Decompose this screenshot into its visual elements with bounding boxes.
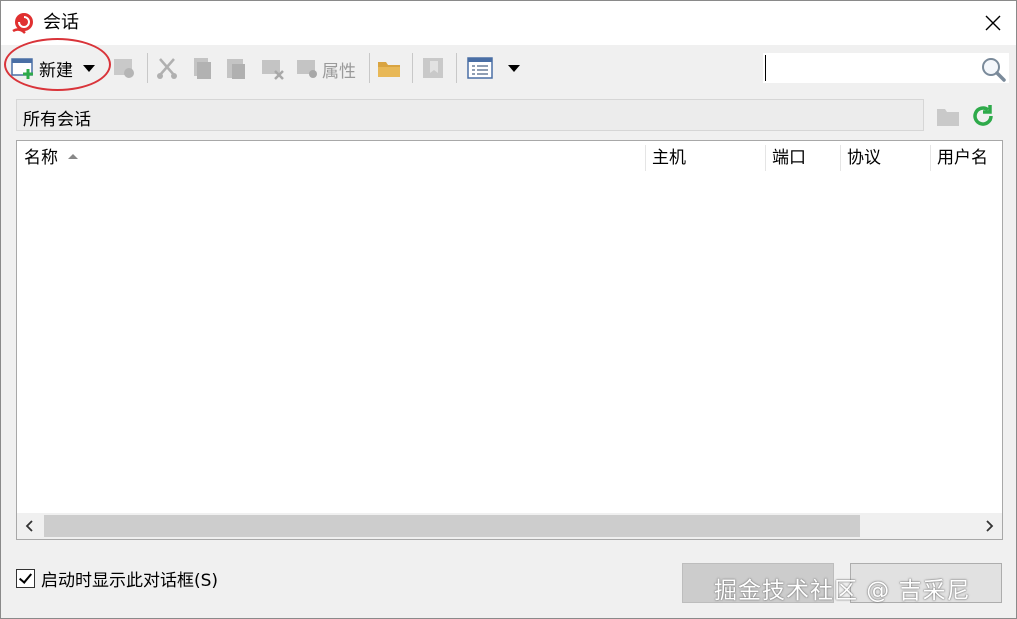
session-list[interactable]: 名称 主机 端口 协议 用户名 — [16, 140, 1003, 540]
toolbar-separator — [147, 53, 148, 83]
show-on-startup-checkbox-row[interactable]: 启动时显示此对话框(S) — [16, 567, 219, 591]
close-window-button[interactable] — [970, 1, 1016, 45]
column-header-port[interactable]: 端口 — [765, 141, 840, 175]
search-box — [762, 52, 1010, 84]
window-title: 会话 — [43, 12, 79, 33]
session-path-bar: 所有会话 — [16, 99, 924, 131]
sessions-dialog: 会话 新建 属性 所有会话 名称 主机 端口 协议 用户名 启动时显示此对话框(… — [0, 0, 1017, 619]
bookmark-disabled-icon — [423, 58, 443, 78]
refresh-icon[interactable] — [969, 102, 997, 130]
paste-icon — [227, 59, 245, 79]
new-session-label: 新建 — [39, 60, 73, 81]
close-icon — [985, 15, 1001, 31]
show-on-startup-checkbox[interactable] — [16, 568, 35, 588]
column-header-name[interactable]: 名称 — [17, 141, 645, 175]
scroll-left-button[interactable] — [17, 513, 43, 539]
toolbar-separator — [456, 53, 457, 83]
toolbar-separator — [412, 53, 413, 83]
new-dropdown-arrow-icon[interactable] — [83, 64, 95, 72]
properties-label: 属性 — [322, 62, 356, 82]
cut-icon — [157, 58, 177, 79]
column-header-protocol[interactable]: 协议 — [840, 141, 930, 175]
properties-icon — [297, 60, 317, 78]
open-folder-icon[interactable] — [376, 55, 402, 81]
close-button[interactable] — [850, 563, 1002, 603]
connect-button[interactable] — [682, 563, 834, 603]
new-folder-disabled-icon — [937, 109, 959, 126]
toolbar: 新建 属性 — [1, 45, 1016, 91]
view-options-icon[interactable] — [467, 55, 493, 81]
chevron-right-icon — [986, 520, 994, 532]
horizontal-scrollbar[interactable] — [17, 513, 1002, 539]
title-bar: 会话 — [1, 1, 1016, 45]
new-session-icon — [11, 58, 33, 79]
list-body[interactable] — [17, 175, 1002, 513]
scroll-thumb[interactable] — [44, 515, 860, 537]
show-on-startup-label: 启动时显示此对话框(S) — [41, 570, 219, 591]
column-header-host[interactable]: 主机 — [645, 141, 765, 175]
session-path-text: 所有会话 — [23, 110, 91, 130]
app-logo-icon — [12, 13, 33, 34]
delete-icon — [262, 60, 284, 80]
sort-ascending-icon — [68, 153, 78, 159]
new-session-button[interactable]: 新建 — [11, 53, 95, 83]
search-icon[interactable] — [979, 55, 1007, 83]
list-header: 名称 主机 端口 协议 用户名 — [17, 141, 1002, 175]
copy-icon — [194, 58, 211, 79]
column-header-username[interactable]: 用户名 — [930, 141, 1002, 175]
search-input[interactable] — [765, 55, 979, 81]
view-dropdown-arrow-icon[interactable] — [508, 65, 520, 72]
scroll-right-button[interactable] — [976, 513, 1002, 539]
chevron-left-icon — [25, 520, 33, 532]
toolbar-separator — [369, 53, 370, 83]
connect-disabled-icon — [114, 59, 134, 78]
